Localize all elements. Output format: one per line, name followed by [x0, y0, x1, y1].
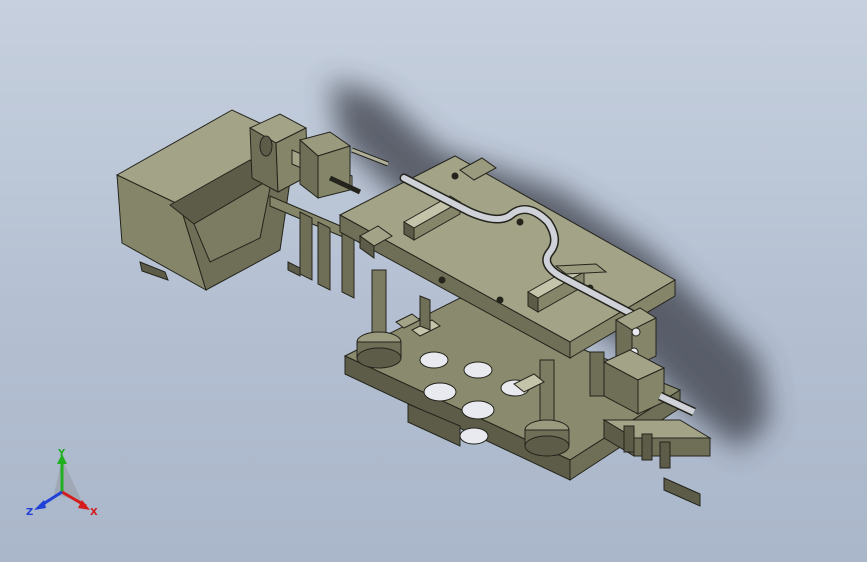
coordinate-triad: Y X Z: [22, 446, 112, 526]
cad-assembly-model[interactable]: [0, 0, 867, 562]
x-axis-label: X: [90, 507, 98, 518]
z-axis-arrow: [34, 490, 63, 510]
z-axis-label: Z: [26, 507, 33, 518]
3d-viewport[interactable]: Y X Z: [0, 0, 867, 562]
y-axis-label: Y: [57, 448, 66, 459]
